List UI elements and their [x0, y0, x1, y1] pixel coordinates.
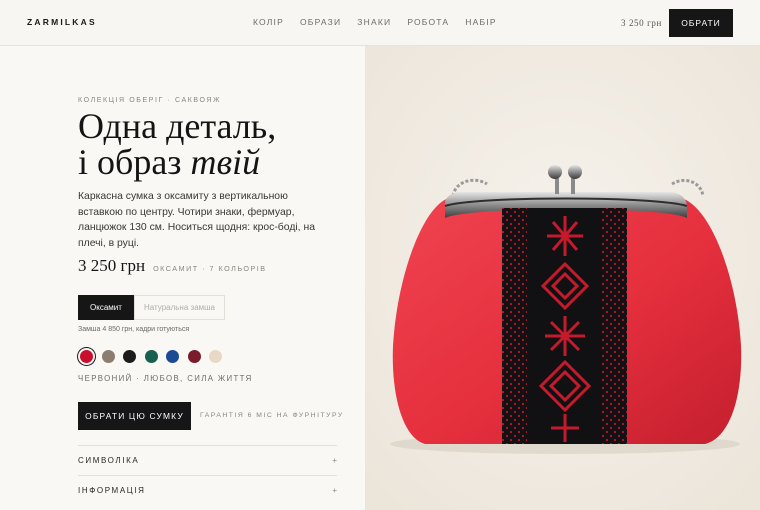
motif-star: [545, 316, 585, 356]
color-swatch-5[interactable]: [187, 350, 201, 363]
accordion-label: ІНФОРМАЦІЯ: [78, 486, 146, 495]
header-choose-button[interactable]: ОБРАТИ: [669, 9, 733, 37]
color-swatch-1[interactable]: [101, 350, 115, 363]
nav-item-looks[interactable]: ОБРАЗИ: [300, 17, 341, 27]
clasp-ball-right: [568, 165, 582, 179]
product-price: 3 250 грн: [78, 256, 146, 275]
title-line-2-prefix: і образ: [78, 142, 191, 182]
color-swatches: [80, 350, 231, 363]
material-note: Замша 4 850 грн, кадри готуються: [78, 326, 190, 333]
info-accordion: СИМВОЛІКА + ІНФОРМАЦІЯ +: [78, 445, 337, 505]
title-line-2: і образ твій: [78, 144, 276, 180]
embroidery-border-right: [602, 208, 627, 444]
nav-item-craft[interactable]: РОБОТА: [407, 17, 449, 27]
selected-color-caption: ЧЕРВОНИЙ · ЛЮБОВ, СИЛА ЖИТТЯ: [78, 374, 253, 383]
choose-bag-button[interactable]: ОБРАТИ ЦЮ СУМКУ: [78, 402, 191, 430]
clasp-stem-left: [555, 178, 559, 194]
site-header: ZARMILKAS КОЛІР ОБРАЗИ ЗНАКИ РОБОТА НАБІ…: [0, 0, 760, 46]
accordion-label: СИМВОЛІКА: [78, 456, 140, 465]
color-swatch-3[interactable]: [144, 350, 158, 363]
nav-item-color[interactable]: КОЛІР: [253, 17, 284, 27]
title-line-2-emphasis: твій: [190, 142, 261, 182]
accordion-symbolism[interactable]: СИМВОЛІКА +: [78, 445, 337, 475]
clasp-ball-left: [548, 165, 562, 179]
price-row: 3 250 грн ОКСАМИТ · 7 КОЛЬОРІВ: [78, 256, 267, 276]
product-info-panel: КОЛЕКЦІЯ ОБЕРІГ · САКВОЯЖ Одна деталь, і…: [0, 46, 365, 510]
color-swatch-2[interactable]: [123, 350, 136, 363]
nav-item-signs[interactable]: ЗНАКИ: [357, 17, 391, 27]
bag-illustration: [365, 46, 760, 510]
color-swatch-0[interactable]: [80, 350, 93, 363]
embroidery-border-left: [502, 208, 527, 444]
header-price: 3 250 грн: [621, 18, 662, 28]
guarantee-note: ГАРАНТІЯ 6 МІС НА ФУРНІТУРУ: [200, 412, 344, 419]
material-tab-velvet[interactable]: Оксамит: [78, 295, 134, 320]
plus-icon: +: [332, 456, 337, 465]
product-title: Одна деталь, і образ твій: [78, 108, 276, 180]
brand-logo[interactable]: ZARMILKAS: [27, 17, 97, 27]
nav-item-set[interactable]: НАБІР: [465, 17, 496, 27]
plus-icon: +: [332, 486, 337, 495]
material-selector: Оксамит Натуральна замша: [78, 295, 225, 320]
accordion-information[interactable]: ІНФОРМАЦІЯ +: [78, 475, 337, 505]
clasp-stem-right: [571, 178, 575, 194]
material-tab-suede[interactable]: Натуральна замша: [134, 295, 225, 320]
product-description: Каркасна сумка з оксамиту з вертикальною…: [78, 191, 315, 249]
color-swatch-4[interactable]: [166, 350, 179, 363]
color-swatch-6[interactable]: [209, 350, 222, 363]
collection-eyebrow: КОЛЕКЦІЯ ОБЕРІГ · САКВОЯЖ: [78, 97, 222, 104]
price-meta: ОКСАМИТ · 7 КОЛЬОРІВ: [153, 264, 267, 273]
title-line-1: Одна деталь,: [78, 106, 277, 146]
main-nav: КОЛІР ОБРАЗИ ЗНАКИ РОБОТА НАБІР: [253, 17, 513, 27]
product-photo: [365, 46, 760, 510]
